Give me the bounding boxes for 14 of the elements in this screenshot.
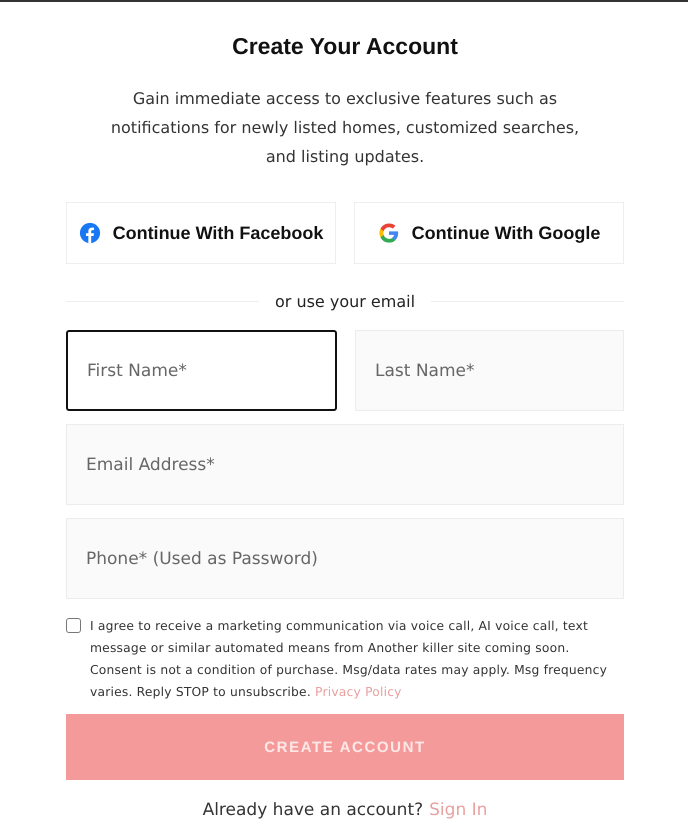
social-login-button[interactable]: Continue With Google: [354, 202, 624, 264]
facebook-icon: [78, 222, 101, 244]
create-account-button[interactable]: CREATE ACCOUNT: [66, 714, 624, 780]
consent-checkbox[interactable]: [66, 618, 81, 633]
google-icon: [378, 222, 400, 244]
signin-prompt: Already have an account?: [202, 800, 424, 820]
divider-text: or use your email: [274, 292, 416, 310]
sign-in-link[interactable]: Sign In: [429, 800, 488, 820]
intro-text: Gain immediate access to exclusive features such as notifications for newly listed homes, customized searches, and listing updates.: [110, 88, 580, 168]
social-login-button[interactable]: Continue With Facebook: [66, 202, 336, 264]
form-title: Create Your Account: [231, 32, 459, 61]
input-field[interactable]: First Name*: [66, 330, 337, 411]
consent-text: I agree to receive a marketing communication via voice call, AI voice call, text message or similar automated means from Another killer site coming soon. Consent is not a condition of purchase. Msg/data rates may apply. Msg frequency varies. Reply STOP to unsubscribe. Privacy Policy: [90, 618, 608, 701]
privacy-policy-link[interactable]: Privacy Policy: [315, 685, 402, 699]
